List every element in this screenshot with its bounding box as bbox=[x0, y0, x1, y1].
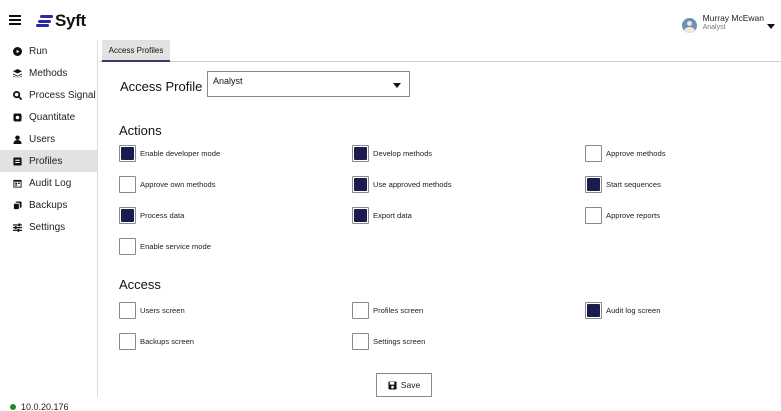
tab-access-profiles[interactable]: Access Profiles bbox=[102, 40, 170, 62]
checkbox-approve-methods[interactable]: Approve methods bbox=[585, 145, 666, 162]
sidebar-item-process-signal[interactable]: Process Signal bbox=[0, 84, 97, 106]
user-name: Murray McEwan bbox=[702, 12, 764, 23]
sidebar-item-profiles[interactable]: Profiles bbox=[0, 150, 97, 172]
checkbox-box[interactable] bbox=[119, 207, 136, 224]
checkbox-approve-own-methods[interactable]: Approve own methods bbox=[119, 176, 216, 193]
app-name: Syft bbox=[55, 11, 86, 30]
sidebar-item-run[interactable]: Run bbox=[0, 40, 97, 62]
ip-address: 10.0.20.176 bbox=[21, 402, 69, 411]
caret-down-icon bbox=[393, 83, 401, 88]
sliders-icon bbox=[12, 222, 22, 232]
layers-icon bbox=[12, 68, 22, 78]
sidebar-item-label: Process Signal bbox=[29, 89, 96, 101]
sidebar-item-label: Backups bbox=[29, 199, 68, 211]
user-role: Analyst bbox=[702, 23, 726, 31]
sidebar-item-label: Quantitate bbox=[29, 111, 76, 123]
checkbox-export-data[interactable]: Export data bbox=[352, 207, 412, 224]
checkbox-approve-reports[interactable]: Approve reports bbox=[585, 207, 660, 224]
avatar bbox=[681, 18, 697, 33]
sidebar-item-methods[interactable]: Methods bbox=[0, 62, 97, 84]
floppy-disk-icon bbox=[388, 380, 397, 390]
checkbox-settings-screen[interactable]: Settings screen bbox=[352, 333, 425, 350]
caret-down-icon bbox=[767, 24, 775, 29]
user-menu[interactable]: Murray McEwan Analyst bbox=[681, 12, 775, 33]
sidebar-item-quantitate[interactable]: Quantitate bbox=[0, 106, 97, 128]
menu-icon[interactable] bbox=[9, 15, 21, 25]
save-label: Save bbox=[400, 380, 421, 390]
main-content: Access Profile Analyst Actions Enable de… bbox=[99, 62, 781, 411]
access-heading: Access bbox=[119, 277, 161, 292]
sidebar-item-label: Audit Log bbox=[29, 177, 72, 189]
logo-mark-icon bbox=[36, 15, 53, 27]
tab-bar: Access Profiles bbox=[99, 40, 781, 62]
access-profile-label: Access Profile bbox=[120, 79, 203, 94]
magnify-icon bbox=[12, 90, 22, 100]
checkbox-box[interactable] bbox=[119, 238, 136, 255]
play-circle-icon bbox=[12, 46, 22, 56]
checkbox-box[interactable] bbox=[585, 302, 602, 319]
checkbox-box[interactable] bbox=[119, 176, 136, 193]
id-card-icon bbox=[12, 156, 22, 166]
connection-status: 10.0.20.176 bbox=[10, 402, 69, 411]
sidebar-item-label: Methods bbox=[29, 67, 68, 79]
sidebar-item-backups[interactable]: Backups bbox=[0, 194, 97, 216]
checkbox-audit-log-screen[interactable]: Audit log screen bbox=[585, 302, 660, 319]
checkbox-box[interactable] bbox=[119, 302, 136, 319]
checkbox-backups-screen[interactable]: Backups screen bbox=[119, 333, 194, 350]
user-icon bbox=[12, 134, 22, 144]
status-dot-icon bbox=[10, 404, 16, 410]
top-bar: Syft Murray McEwan Analyst bbox=[0, 0, 781, 40]
access-profile-select[interactable]: Analyst bbox=[207, 71, 410, 97]
checkbox-box[interactable] bbox=[585, 207, 602, 224]
checkbox-box[interactable] bbox=[585, 176, 602, 193]
sidebar-item-label: Profiles bbox=[29, 155, 63, 167]
checkbox-enable-developer-mode[interactable]: Enable developer mode bbox=[119, 145, 220, 162]
access-profile-value: Analyst bbox=[213, 76, 243, 86]
checkbox-box[interactable] bbox=[352, 302, 369, 319]
sidebar-item-users[interactable]: Users bbox=[0, 128, 97, 150]
save-button[interactable]: Save bbox=[376, 373, 432, 397]
checkbox-enable-service-mode[interactable]: Enable service mode bbox=[119, 238, 211, 255]
copy-icon bbox=[12, 200, 22, 210]
checkbox-profiles-screen[interactable]: Profiles screen bbox=[352, 302, 423, 319]
sidebar-item-audit-log[interactable]: Audit Log bbox=[0, 172, 97, 194]
calendar-icon bbox=[12, 178, 22, 188]
checkbox-box[interactable] bbox=[352, 176, 369, 193]
checkbox-develop-methods[interactable]: Develop methods bbox=[352, 145, 432, 162]
sidebar-item-label: Settings bbox=[29, 221, 66, 233]
checkbox-start-sequences[interactable]: Start sequences bbox=[585, 176, 661, 193]
checkbox-use-approved-methods[interactable]: Use approved methods bbox=[352, 176, 452, 193]
checkbox-box[interactable] bbox=[119, 333, 136, 350]
checkbox-box[interactable] bbox=[352, 333, 369, 350]
app-logo: Syft bbox=[36, 11, 86, 31]
lock-box-icon bbox=[12, 112, 22, 122]
checkbox-box[interactable] bbox=[352, 145, 369, 162]
checkbox-box[interactable] bbox=[352, 207, 369, 224]
sidebar-item-settings[interactable]: Settings bbox=[0, 216, 97, 238]
sidebar-item-label: Users bbox=[29, 133, 56, 145]
sidebar: Run Methods Process Signal Quantitate Us… bbox=[0, 40, 98, 397]
sidebar-item-label: Run bbox=[29, 45, 48, 57]
checkbox-box[interactable] bbox=[585, 145, 602, 162]
actions-heading: Actions bbox=[119, 123, 162, 138]
checkbox-box[interactable] bbox=[119, 145, 136, 162]
checkbox-process-data[interactable]: Process data bbox=[119, 207, 184, 224]
checkbox-users-screen[interactable]: Users screen bbox=[119, 302, 185, 319]
